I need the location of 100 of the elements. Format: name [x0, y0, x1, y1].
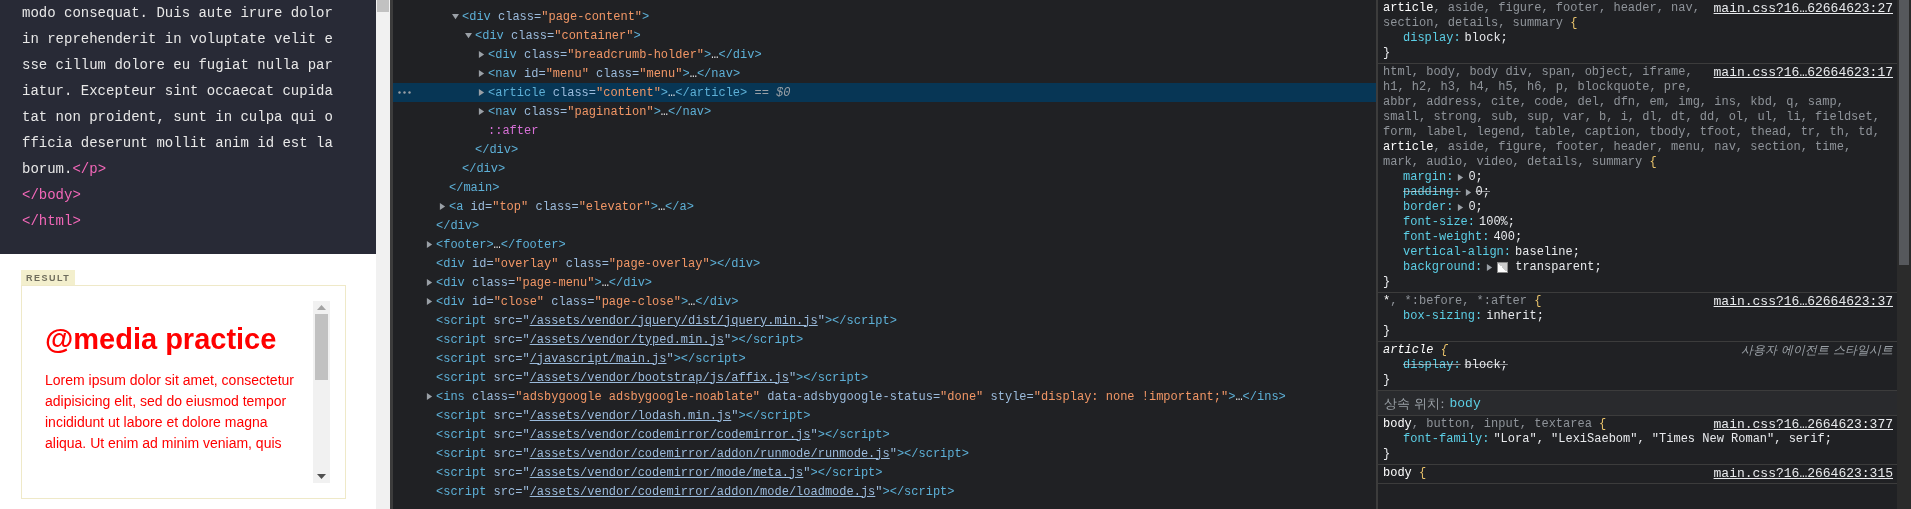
dom-tree-row[interactable]: <nav id="menu" class="menu">…</nav>: [393, 64, 1376, 83]
css-declaration[interactable]: vertical-align: baseline;: [1383, 245, 1893, 260]
markup-text: <div class="page-menu">…</div>: [436, 275, 653, 290]
dom-tree-row[interactable]: <script src="/javascript/main.js"></script>: [393, 349, 1376, 368]
markup-text: </div>: [475, 142, 519, 157]
dom-tree-row[interactable]: </div>: [393, 140, 1376, 159]
code-line: borum.</p>: [22, 160, 107, 179]
closing-brace: }: [1383, 324, 1392, 339]
dom-tree-row[interactable]: ::after: [393, 121, 1376, 140]
dom-tree-row[interactable]: </div>: [393, 159, 1376, 178]
expand-triangle-icon[interactable]: [426, 298, 433, 305]
scrollbar-thumb[interactable]: [315, 314, 328, 380]
scrollbar-thumb[interactable]: [377, 0, 389, 12]
dom-tree-row[interactable]: <script src="/assets/vendor/lodash.min.js"></script>: [393, 406, 1376, 425]
dom-tree-row[interactable]: <script src="/assets/vendor/codemirror/addon/mode/loadmode.js"></script>: [393, 482, 1376, 501]
expand-triangle-icon[interactable]: [478, 70, 485, 77]
dom-tree-row[interactable]: <div id="overlay" class="page-overlay"></div>: [393, 254, 1376, 273]
markup-text: <nav id="menu" class="menu">…</nav>: [488, 66, 741, 81]
markup-text: <div id="close" class="page-close">…</div>: [436, 294, 739, 309]
color-swatch[interactable]: [1497, 262, 1509, 273]
stylesheet-source-link[interactable]: main.css?16…62664623:27: [1713, 1, 1893, 16]
open-brace: {: [1570, 16, 1578, 30]
css-declaration[interactable]: font-weight: 400;: [1383, 230, 1893, 245]
markup-text: <ins class="adsbygoogle adsbygoogle-noablate" data-adsbygoogle-status="done" style="display: none !important;">…</ins>: [436, 389, 1286, 404]
scroll-down-icon[interactable]: [317, 474, 326, 479]
markup-text: <script src="/assets/vendor/jquery/dist/jquery.min.js"></script>: [436, 313, 897, 328]
expand-triangle-icon[interactable]: [478, 89, 485, 96]
preview-heading: @media practice: [45, 323, 277, 356]
css-declaration[interactable]: display: block;: [1383, 31, 1893, 46]
css-declaration[interactable]: box-sizing: inherit;: [1383, 309, 1893, 324]
dom-tree-row[interactable]: <script src="/assets/vendor/jquery/dist/jquery.min.js"></script>: [393, 311, 1376, 330]
expand-triangle-icon[interactable]: [452, 13, 459, 20]
dom-tree-row[interactable]: <ins class="adsbygoogle adsbygoogle-noablate" data-adsbygoogle-status="done" style="display: none !important;">…</ins>: [393, 387, 1376, 406]
scrollbar-track[interactable]: [313, 301, 330, 483]
expand-triangle-icon[interactable]: [1486, 264, 1494, 271]
dom-tree-row[interactable]: <div class="container">: [393, 26, 1376, 45]
selector-text: , button, input, textarea: [1411, 417, 1592, 431]
dom-tree-row[interactable]: <nav class="pagination">…</nav>: [393, 102, 1376, 121]
expand-triangle-icon[interactable]: [426, 241, 433, 248]
code-line: </body>: [22, 186, 81, 205]
markup-text: <div class="page-content">: [462, 9, 650, 24]
dom-tree-row[interactable]: <div id="close" class="page-close">…</div>: [393, 292, 1376, 311]
scrollbar-track[interactable]: [1897, 0, 1911, 509]
stylesheet-source-link[interactable]: main.css?16…62664623:37: [1713, 294, 1893, 309]
markup-text: <footer>…</footer>: [436, 237, 566, 252]
expand-triangle-icon[interactable]: [1457, 174, 1465, 181]
expand-triangle-icon[interactable]: [1464, 189, 1472, 196]
markup-text: <script src="/assets/vendor/codemirror/addon/mode/loadmode.js"></script>: [436, 484, 955, 499]
markup-text: ::after: [488, 123, 539, 138]
css-declaration[interactable]: font-family: "Lora", "LexiSaebom", "Times New Roman", serif;: [1383, 432, 1893, 447]
expand-triangle-icon[interactable]: [1457, 204, 1465, 211]
selector-text: *: [1383, 294, 1391, 308]
expand-triangle-icon[interactable]: [426, 393, 433, 400]
selector-text: abbr, address, cite, code, del, dfn, em, img, ins, kbd, q, samp,: [1383, 95, 1844, 109]
selector-text: article: [1383, 1, 1434, 15]
dom-tree-row[interactable]: <script src="/assets/vendor/bootstrap/js/affix.js"></script>: [393, 368, 1376, 387]
expand-triangle-icon[interactable]: [465, 32, 472, 39]
expand-triangle-icon[interactable]: [478, 108, 485, 115]
dom-tree-row[interactable]: <script src="/assets/vendor/codemirror/addon/runmode/runmode.js"></script>: [393, 444, 1376, 463]
dom-tree-row[interactable]: <script src="/assets/vendor/typed.min.js"></script>: [393, 330, 1376, 349]
dom-tree-row[interactable]: <script src="/assets/vendor/codemirror/codemirror.js"></script>: [393, 425, 1376, 444]
expand-triangle-icon[interactable]: [478, 51, 485, 58]
selector-text: html, body, body div, span, object, iframe,: [1383, 65, 1693, 79]
dom-tree-row[interactable]: <div class="page-content">: [393, 7, 1376, 26]
selector-text: form, label, legend, table, caption, tbody, tfoot, thead, tr, th, td,: [1383, 125, 1880, 139]
dom-tree-row[interactable]: <script src="/assets/vendor/codemirror/mode/meta.js"></script>: [393, 463, 1376, 482]
markup-text: <script src="/assets/vendor/codemirror/codemirror.js"></script>: [436, 427, 890, 442]
code-line: </html>: [22, 212, 81, 231]
dom-tree-row[interactable]: </div>: [393, 216, 1376, 235]
inherited-element-link[interactable]: body: [1449, 396, 1481, 411]
code-line: sse cillum dolore eu fugiat nulla par: [22, 56, 333, 75]
markup-text: <script src="/assets/vendor/bootstrap/js/affix.js"></script>: [436, 370, 869, 385]
css-declaration[interactable]: margin: 0;: [1383, 170, 1893, 185]
selector-text: article: [1383, 140, 1434, 154]
expand-triangle-icon[interactable]: [426, 279, 433, 286]
closing-brace: }: [1383, 275, 1392, 290]
expand-triangle-icon[interactable]: [439, 203, 446, 210]
dom-tree-row[interactable]: <a id="top" class="elevator">…</a>: [393, 197, 1376, 216]
dom-tree-row[interactable]: <footer>…</footer>: [393, 235, 1376, 254]
dom-tree-row[interactable]: </main>: [393, 178, 1376, 197]
css-declaration[interactable]: font-size: 100%;: [1383, 215, 1893, 230]
scrollbar-track[interactable]: [376, 0, 393, 509]
scrollbar-thumb[interactable]: [1899, 0, 1909, 265]
css-declaration[interactable]: border: 0;: [1383, 200, 1893, 215]
dom-tree-row[interactable]: <article class="content">…</article> == $0: [393, 83, 1376, 102]
selector-text: body: [1383, 417, 1412, 431]
more-options-icon[interactable]: [398, 91, 411, 94]
stylesheet-source-link[interactable]: main.css?16…2664623:377: [1713, 417, 1893, 432]
selector-text: body: [1383, 466, 1412, 480]
selector-text: , aside, figure, footer, header, menu, nav, section, time,: [1433, 140, 1852, 154]
code-line: modo consequat. Duis aute irure dolor: [22, 4, 333, 23]
preview-paragraph: Lorem ipsum dolor sit amet, consectetur adipisicing elit, sed do eiusmod tempor incididunt ut labore et dolore magna aliqua. Ut enim ad minim veniam, quis: [45, 371, 295, 453]
dom-tree-row[interactable]: <div class="page-menu">…</div>: [393, 273, 1376, 292]
markup-text: </main>: [449, 180, 500, 195]
selector-text: , aside, figure, footer, header, nav,: [1433, 1, 1700, 15]
css-declaration[interactable]: background: transparent;: [1383, 260, 1893, 275]
stylesheet-source-link[interactable]: main.css?16…62664623:17: [1713, 65, 1893, 80]
dom-tree-row[interactable]: <div class="breadcrumb-holder">…</div>: [393, 45, 1376, 64]
markup-text: <script src="/assets/vendor/typed.min.js"></script>: [436, 332, 804, 347]
stylesheet-source-link[interactable]: main.css?16…2664623:315: [1713, 466, 1893, 481]
